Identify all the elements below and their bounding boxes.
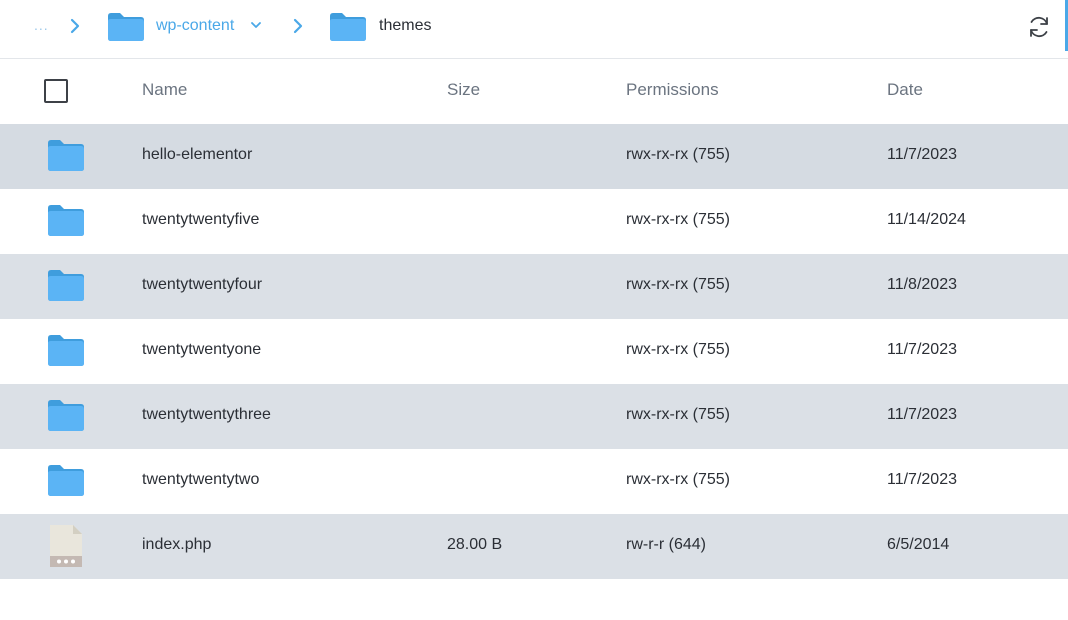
file-permissions: rwx-rx-rx (755) (626, 471, 730, 488)
table-row[interactable]: hello-elementor rwx-rx-rx (755) 11/7/202… (0, 124, 1068, 189)
file-date: 6/5/2014 (887, 536, 950, 553)
file-permissions: rw-r-r (644) (626, 536, 706, 553)
file-name: hello-elementor (142, 146, 253, 163)
file-name: twentytwentyfour (142, 276, 263, 293)
file-date: 11/7/2023 (887, 146, 957, 163)
refresh-icon (1030, 16, 1048, 38)
file-permissions: rwx-rx-rx (755) (626, 146, 730, 163)
folder-icon (48, 205, 84, 236)
file-permissions: rwx-rx-rx (755) (626, 211, 730, 228)
table-header: Name Size Permissions Date (0, 59, 1068, 124)
file-date: 11/14/2024 (887, 211, 966, 228)
file-name: twentytwentytwo (142, 471, 260, 488)
refresh-button[interactable] (1022, 12, 1056, 42)
chevron-right-icon (70, 18, 80, 34)
file-list: hello-elementor rwx-rx-rx (755) 11/7/202… (0, 124, 1068, 579)
folder-icon (48, 465, 84, 496)
folder-icon[interactable] (106, 10, 146, 42)
file-date: 11/8/2023 (887, 276, 957, 293)
file-permissions: rwx-rx-rx (755) (626, 276, 730, 293)
table-row[interactable]: twentytwentyfive rwx-rx-rx (755) 11/14/2… (0, 189, 1068, 254)
file-date: 11/7/2023 (887, 341, 957, 358)
table-row[interactable]: twentytwentytwo rwx-rx-rx (755) 11/7/202… (0, 449, 1068, 514)
file-date: 11/7/2023 (887, 406, 957, 423)
breadcrumb-bar: ... wp-content themes (0, 0, 1068, 59)
file-icon (50, 525, 82, 567)
breadcrumb-ellipsis[interactable]: ... (34, 17, 49, 33)
breadcrumb-wp-content[interactable]: wp-content (156, 17, 234, 35)
folder-icon (48, 270, 84, 301)
select-all-checkbox[interactable] (44, 79, 68, 103)
column-header-size[interactable]: Size (447, 80, 480, 100)
folder-icon (48, 400, 84, 431)
file-name: twentytwentythree (142, 406, 271, 423)
table-row[interactable]: twentytwentyfour rwx-rx-rx (755) 11/8/20… (0, 254, 1068, 319)
file-permissions: rwx-rx-rx (755) (626, 341, 730, 358)
table-row[interactable]: index.php 28.00 B rw-r-r (644) 6/5/2014 (0, 514, 1068, 579)
column-header-name[interactable]: Name (142, 80, 187, 100)
file-name: twentytwentyfive (142, 211, 260, 228)
chevron-down-icon[interactable] (250, 19, 262, 31)
file-name: index.php (142, 536, 212, 553)
folder-icon (48, 335, 84, 366)
file-name: twentytwentyone (142, 341, 262, 358)
breadcrumb-themes: themes (379, 17, 432, 34)
file-size: 28.00 B (447, 536, 503, 553)
column-header-date[interactable]: Date (887, 80, 923, 100)
column-header-permissions[interactable]: Permissions (626, 80, 719, 100)
chevron-right-icon (293, 18, 303, 34)
table-row[interactable]: twentytwentythree rwx-rx-rx (755) 11/7/2… (0, 384, 1068, 449)
table-row[interactable]: twentytwentyone rwx-rx-rx (755) 11/7/202… (0, 319, 1068, 384)
folder-icon[interactable] (328, 10, 368, 42)
file-date: 11/7/2023 (887, 471, 957, 488)
file-permissions: rwx-rx-rx (755) (626, 406, 730, 423)
folder-icon (48, 140, 84, 171)
